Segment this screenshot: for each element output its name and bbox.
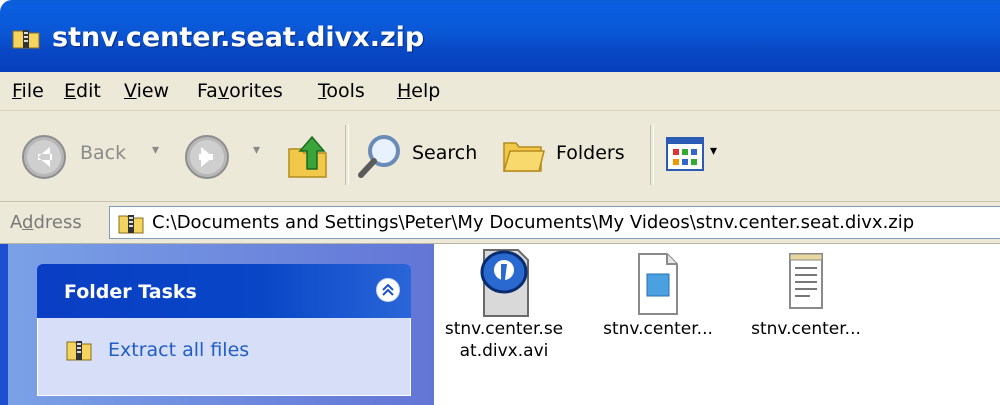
image-file-icon — [638, 253, 678, 315]
file-label: stnv.center.se at.divx.avi — [444, 319, 564, 361]
file-label: stnv.center... — [603, 319, 713, 339]
toolbar-separator — [345, 125, 349, 185]
text-file-icon — [789, 253, 823, 309]
file-item-text[interactable]: stnv.center... — [742, 244, 870, 340]
menu-help[interactable]: Help — [397, 72, 440, 110]
views-icon — [666, 137, 704, 171]
address-label: Address — [10, 212, 82, 233]
zip-folder-icon — [12, 30, 40, 49]
toolbar-separator — [650, 125, 654, 185]
menu-tools[interactable]: Tools — [318, 72, 365, 110]
zip-folder-icon — [66, 341, 92, 361]
file-label: stnv.center... — [751, 319, 861, 339]
task-pane: Folder Tasks Extract all files — [0, 244, 434, 405]
up-folder-button[interactable] — [286, 131, 332, 181]
up-folder-icon — [288, 135, 327, 178]
views-dropdown-icon: ▾ — [710, 143, 718, 159]
folder-tasks-title: Folder Tasks — [64, 281, 197, 303]
search-button[interactable]: Search — [356, 129, 482, 183]
address-path: C:\Documents and Settings\Peter\My Docum… — [152, 212, 915, 233]
file-item-image[interactable]: stnv.center... — [594, 244, 722, 340]
collapse-chevron-icon[interactable] — [376, 278, 400, 302]
address-input[interactable]: C:\Documents and Settings\Peter\My Docum… — [109, 206, 1000, 239]
menu-favorites[interactable]: Favorites — [197, 72, 283, 110]
file-list: stnv.center.se at.divx.avi stnv.center..… — [434, 244, 1000, 405]
extract-all-files-link[interactable]: Extract all files — [108, 336, 249, 364]
title-bar[interactable]: stnv.center.seat.divx.zip — [0, 0, 1000, 72]
back-dropdown-icon: ▾ — [152, 142, 160, 158]
forward-dropdown-icon: ▾ — [253, 142, 261, 158]
address-bar: Address C:\Documents and Settings\Peter\… — [0, 202, 1000, 244]
menu-file[interactable]: File — [12, 72, 44, 110]
menu-bar: File Edit View Favorites Tools Help — [0, 72, 1000, 111]
window-title: stnv.center.seat.divx.zip — [52, 22, 425, 53]
search-magnifier-icon — [358, 135, 400, 178]
views-button[interactable]: ▾ — [666, 137, 736, 173]
forward-button[interactable]: ▾ — [183, 129, 263, 183]
zip-folder-icon — [118, 215, 144, 234]
forward-arrow-icon — [185, 135, 229, 179]
folder-tasks-body: Extract all files — [37, 318, 411, 396]
folders-button[interactable]: Folders — [502, 129, 632, 183]
menu-edit[interactable]: Edit — [64, 72, 101, 110]
file-item-avi[interactable]: stnv.center.se at.divx.avi — [440, 244, 568, 362]
standard-toolbar: Back ▾ ▾ Search Folders ▾ — [0, 111, 1000, 202]
realplayer-icon — [480, 249, 529, 317]
folders-icon — [502, 142, 545, 172]
folder-tasks-header[interactable]: Folder Tasks — [37, 264, 411, 318]
back-arrow-icon — [22, 135, 66, 179]
menu-view[interactable]: View — [124, 72, 169, 110]
